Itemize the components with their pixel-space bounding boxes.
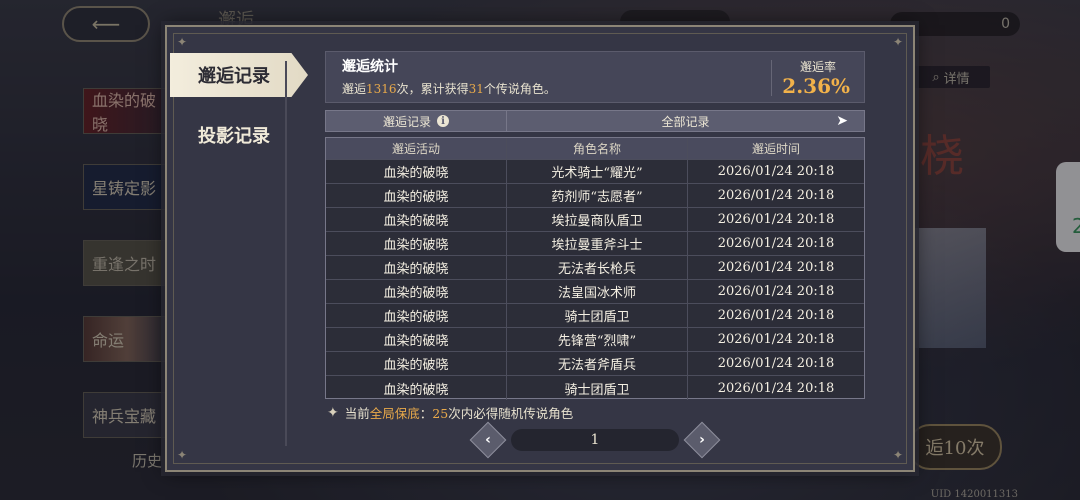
corner-ornament-icon: ✦	[892, 448, 904, 462]
table-row: 血染的破晓 无法者长枪兵 2026/01/24 20:18	[326, 256, 864, 280]
cell-activity: 血染的破晓	[326, 160, 507, 183]
filter-right-label: 全部记录	[661, 114, 710, 129]
cell-activity: 血染的破晓	[326, 376, 507, 400]
table-row: 血染的破晓 法皇国冰术师 2026/01/24 20:18	[326, 280, 864, 304]
rate-divider	[771, 60, 772, 96]
info-icon[interactable]: i	[437, 115, 449, 127]
total-pulls: 1316	[366, 82, 397, 96]
cell-character: 法皇国冰术师	[507, 280, 688, 303]
corner-ornament-icon: ✦	[176, 448, 188, 462]
pity-prefix: 当前	[344, 406, 370, 421]
table-row: 血染的破晓 光术骑士“耀光” 2026/01/24 20:18	[326, 160, 864, 184]
cell-time: 2026/01/24 20:18	[717, 212, 835, 227]
cell-activity: 血染的破晓	[326, 280, 507, 303]
records-table: 邂逅活动 角色名称 邂逅时间 血染的破晓 光术骑士“耀光” 2026/01/24…	[325, 137, 865, 400]
cell-character: 埃拉曼重斧斗士	[507, 232, 688, 255]
cell-time: 2026/01/24 20:18	[717, 164, 835, 179]
cell-character: 光术骑士“耀光”	[507, 160, 688, 183]
pity-count: 25	[432, 406, 449, 421]
cell-activity: 血染的破晓	[326, 208, 507, 231]
chevron-right-icon: ➤	[836, 113, 848, 129]
stats-prefix: 邂逅	[342, 82, 367, 96]
stats-panel: 邂逅统计 邂逅1316次，累计获得31个传说角色。 邂逅率 2.36%	[325, 51, 865, 103]
table-row: 血染的破晓 骑士团盾卫 2026/01/24 20:18	[326, 304, 864, 328]
pity-notice: ✦ 当前全局保底：25次内必得随机传说角色	[327, 403, 573, 422]
pity-mid: ：	[419, 406, 433, 421]
corner-ornament-icon: ✦	[176, 35, 188, 49]
stats-title: 邂逅统计	[342, 59, 398, 75]
pity-suffix: 次内必得随机传说角色	[448, 406, 574, 421]
table-row: 血染的破晓 药剂师“志愿者” 2026/01/24 20:18	[326, 184, 864, 208]
stats-summary: 邂逅1316次，累计获得31个传说角色。	[342, 80, 556, 97]
cell-character: 埃拉曼商队盾卫	[507, 208, 688, 231]
cell-activity: 血染的破晓	[326, 304, 507, 327]
cell-character: 无法者长枪兵	[507, 256, 688, 279]
cell-time: 2026/01/24 20:18	[717, 284, 835, 299]
page-number: 1	[511, 429, 679, 451]
side-divider	[285, 61, 287, 446]
table-row: 血染的破晓 骑士团盾卫 2026/01/24 20:18	[326, 376, 864, 400]
table-row: 血染的破晓 先锋营“烈啸” 2026/01/24 20:18	[326, 328, 864, 352]
header-activity: 邂逅活动	[326, 138, 507, 159]
cell-time: 2026/01/24 20:18	[717, 356, 835, 371]
chevron-right-icon: ›	[699, 432, 705, 448]
chevron-left-icon: ‹	[485, 432, 491, 448]
cell-activity: 血染的破晓	[326, 352, 507, 375]
sparkle-icon: ✦	[327, 404, 339, 421]
cell-activity: 血染的破晓	[326, 328, 507, 351]
stats-mid: 次，累计获得	[396, 82, 469, 96]
filter-left-label: 邂逅记录	[382, 114, 431, 129]
filter-bar: 邂逅记录 i 全部记录 ➤	[325, 110, 865, 132]
pagination: ‹ 1 ›	[469, 421, 721, 459]
history-modal: ✦ ✦ ✦ ✦ 邂逅记录 投影记录 邂逅统计 邂逅1316次，累计获得31个传说…	[165, 25, 915, 472]
tab-encounter-record[interactable]: 邂逅记录	[170, 53, 308, 97]
corner-ornament-icon: ✦	[892, 35, 904, 49]
record-filter-dropdown[interactable]: 全部记录 ➤	[507, 111, 864, 131]
rate-value: 2.36%	[782, 74, 850, 98]
cell-character: 无法者斧盾兵	[507, 352, 688, 375]
filter-left: 邂逅记录 i	[326, 111, 507, 131]
cell-time: 2026/01/24 20:18	[717, 308, 835, 323]
table-row: 血染的破晓 无法者斧盾兵 2026/01/24 20:18	[326, 352, 864, 376]
cell-character: 药剂师“志愿者”	[507, 184, 688, 207]
table-row: 血染的破晓 埃拉曼重斧斗士 2026/01/24 20:18	[326, 232, 864, 256]
tab-projection-record[interactable]: 投影记录	[170, 113, 308, 157]
prev-page-button[interactable]: ‹	[469, 421, 507, 459]
cell-activity: 血染的破晓	[326, 232, 507, 255]
table-header: 邂逅活动 角色名称 邂逅时间	[326, 138, 864, 160]
legendary-count: 31	[468, 82, 484, 96]
header-character: 角色名称	[507, 138, 688, 159]
cell-time: 2026/01/24 20:18	[717, 332, 835, 347]
rate-label: 邂逅率	[799, 60, 836, 74]
cell-character: 骑士团盾卫	[507, 376, 688, 400]
cell-time: 2026/01/24 20:18	[717, 260, 835, 275]
cell-time: 2026/01/24 20:18	[717, 380, 835, 396]
cell-time: 2026/01/24 20:18	[717, 188, 835, 203]
cell-activity: 血染的破晓	[326, 184, 507, 207]
table-row: 血染的破晓 埃拉曼商队盾卫 2026/01/24 20:18	[326, 208, 864, 232]
stats-suffix: 个传说角色。	[483, 82, 556, 96]
cell-activity: 血染的破晓	[326, 256, 507, 279]
cell-time: 2026/01/24 20:18	[717, 236, 835, 251]
header-time: 邂逅时间	[751, 142, 800, 156]
next-page-button[interactable]: ›	[683, 421, 721, 459]
cell-character: 先锋营“烈啸”	[507, 328, 688, 351]
pity-highlight: 全局保底	[369, 406, 420, 421]
cell-character: 骑士团盾卫	[507, 304, 688, 327]
